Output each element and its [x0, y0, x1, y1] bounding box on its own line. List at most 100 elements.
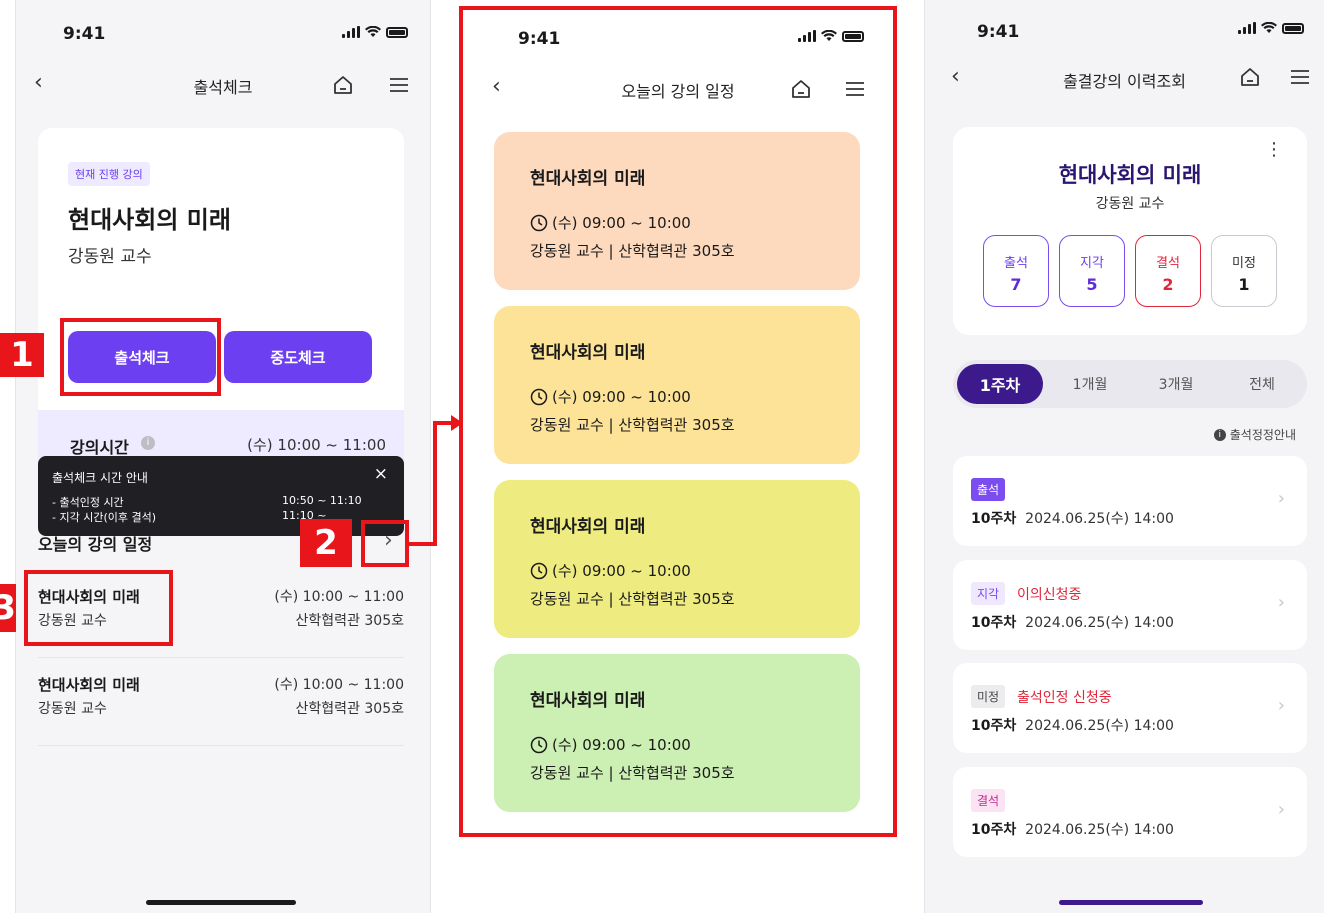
stat-label: 결석 — [1156, 256, 1180, 271]
home-indicator — [146, 900, 296, 905]
annotation-box-2 — [361, 520, 409, 567]
correction-notice-label: 출석정정안내 — [1229, 428, 1296, 442]
annotation-label-1: 1 — [0, 333, 44, 377]
tab-1-week[interactable]: 1주차 — [957, 364, 1043, 404]
close-icon[interactable]: × — [374, 464, 388, 484]
history-week: 10주차 — [971, 822, 1017, 838]
history-date: 2024.06.25(수) 14:00 — [1025, 718, 1174, 734]
chevron-right-icon: › — [1277, 488, 1285, 509]
page-title: 출결강의 이력조회 — [1063, 72, 1186, 91]
annotation-arrow — [407, 415, 463, 546]
history-item[interactable]: 미정 출석인정 신청중 10주차 2024.06.25(수) 14:00 › — [953, 663, 1307, 753]
annotation-box-3 — [24, 570, 173, 646]
home-indicator — [1059, 900, 1203, 905]
tooltip-row1-value: 10:50 ~ 11:10 — [282, 494, 362, 507]
tooltip-row1-label: - 출석인정 시간 — [52, 496, 124, 509]
annotation-frame-screen2 — [459, 6, 897, 837]
info-icon[interactable]: i — [141, 436, 155, 450]
tooltip-title: 출석체크 시간 안내 — [52, 471, 148, 485]
status-icons — [342, 26, 408, 38]
chevron-right-icon: › — [1277, 695, 1285, 716]
stat-value: 7 — [1010, 275, 1022, 294]
stat-absent[interactable]: 결석 2 — [1135, 235, 1201, 307]
status-badge: 미정 — [971, 685, 1006, 708]
chevron-right-icon: › — [1277, 799, 1285, 820]
history-substatus: 출석인정 신청중 — [1017, 690, 1112, 706]
annotation-label-3: 3 — [0, 584, 16, 632]
home-icon[interactable] — [1239, 66, 1261, 88]
stat-label: 지각 — [1080, 256, 1104, 271]
history-item[interactable]: 출석 10주차 2024.06.25(수) 14:00 › — [953, 456, 1307, 546]
history-item-line: 10주차 2024.06.25(수) 14:00 — [971, 715, 1174, 735]
course-title: 현대사회의 미래 — [1058, 163, 1202, 187]
stat-attend[interactable]: 출석 7 — [983, 235, 1049, 307]
annotation-label-2: 2 — [300, 519, 352, 567]
history-substatus: 이의신청중 — [1017, 587, 1082, 603]
history-week: 10주차 — [971, 718, 1017, 734]
signal-icon — [1238, 22, 1256, 34]
midterm-check-button[interactable]: 중도체크 — [224, 331, 372, 383]
wifi-icon — [365, 26, 381, 37]
list-item-name: 현대사회의 미래 — [38, 676, 140, 694]
course-title: 현대사회의 미래 — [68, 206, 231, 234]
class-time-value: (수) 10:00 ~ 11:00 — [247, 436, 386, 454]
menu-icon[interactable] — [1289, 66, 1311, 88]
battery-icon — [1282, 23, 1304, 34]
wifi-icon — [1261, 22, 1277, 33]
professor-name: 강동원 교수 — [1095, 196, 1165, 212]
period-tabs: 1주차 1개월 3개월 전체 — [953, 360, 1307, 408]
today-schedule-title: 오늘의 강의 일정 — [38, 535, 153, 554]
class-time-label: 강의시간 — [70, 438, 129, 457]
status-bar: 9:41 — [16, 14, 430, 54]
attendance-check-screen: 9:41 ‹ 출석체크 현재 진행 강의 현대사회의 미래 강동원 교수 출석체… — [15, 0, 431, 913]
list-item-time: (수) 10:00 ~ 11:00 — [274, 589, 404, 605]
stat-undecided[interactable]: 미정 1 — [1211, 235, 1277, 307]
annotation-box-1 — [60, 318, 221, 396]
history-date: 2024.06.25(수) 14:00 — [1025, 511, 1174, 527]
history-item[interactable]: 결석 10주차 2024.06.25(수) 14:00 › — [953, 767, 1307, 857]
history-date: 2024.06.25(수) 14:00 — [1025, 822, 1174, 838]
more-options-icon[interactable]: ⋮ — [1265, 139, 1283, 160]
attendance-summary-card: ⋮ 현대사회의 미래 강동원 교수 출석 7 지각 5 결석 2 미정 1 — [953, 127, 1307, 335]
page-title: 출석체크 — [193, 78, 253, 97]
stat-value: 5 — [1086, 275, 1098, 294]
menu-icon[interactable] — [388, 74, 410, 96]
signal-icon — [342, 26, 360, 38]
status-badge: 결석 — [971, 789, 1006, 812]
home-icon[interactable] — [332, 74, 354, 96]
nav-bar: ‹ 출결강의 이력조회 — [925, 58, 1324, 98]
list-item-time: (수) 10:00 ~ 11:00 — [274, 677, 404, 693]
list-item-room: 산학협력관 305호 — [295, 613, 404, 629]
tab-3-months[interactable]: 3개월 — [1135, 360, 1217, 408]
nav-bar: ‹ 출석체크 — [16, 64, 430, 104]
list-item[interactable]: 현대사회의 미래 강동원 교수 (수) 10:00 ~ 11:00 산학협력관 … — [38, 658, 404, 746]
correction-notice-link[interactable]: i 출석정정안내 — [1213, 426, 1296, 443]
status-bar: 9:41 — [925, 12, 1324, 52]
battery-icon — [386, 27, 408, 38]
history-item[interactable]: 지각 이의신청중 10주차 2024.06.25(수) 14:00 › — [953, 560, 1307, 650]
history-date: 2024.06.25(수) 14:00 — [1025, 615, 1174, 631]
stat-value: 1 — [1238, 275, 1250, 294]
history-week: 10주차 — [971, 615, 1017, 631]
tab-1-month[interactable]: 1개월 — [1049, 360, 1131, 408]
status-time: 9:41 — [63, 24, 106, 44]
chevron-right-icon: › — [1277, 592, 1285, 613]
info-icon: i — [1213, 428, 1226, 441]
stat-value: 2 — [1162, 275, 1174, 294]
list-item-room: 산학협력관 305호 — [295, 701, 404, 717]
list-item-professor: 강동원 교수 — [38, 701, 107, 717]
status-badge: 지각 — [971, 582, 1006, 605]
tooltip-row2-label: - 지각 시간(이후 결석) — [52, 511, 157, 524]
history-item-line: 10주차 2024.06.25(수) 14:00 — [971, 612, 1174, 632]
stat-label: 출석 — [1004, 256, 1028, 271]
professor-name: 강동원 교수 — [68, 247, 152, 267]
status-time: 9:41 — [977, 22, 1020, 42]
attendance-history-screen: 9:41 ‹ 출결강의 이력조회 ⋮ 현대사회의 미래 강동원 교수 출석 7 지… — [924, 0, 1324, 913]
history-item-line: 10주차 2024.06.25(수) 14:00 — [971, 508, 1174, 528]
status-icons — [1238, 22, 1304, 34]
current-course-chip: 현재 진행 강의 — [68, 162, 150, 186]
stat-late[interactable]: 지각 5 — [1059, 235, 1125, 307]
stat-label: 미정 — [1232, 256, 1256, 271]
tab-all[interactable]: 전체 — [1221, 360, 1303, 408]
history-week: 10주차 — [971, 511, 1017, 527]
